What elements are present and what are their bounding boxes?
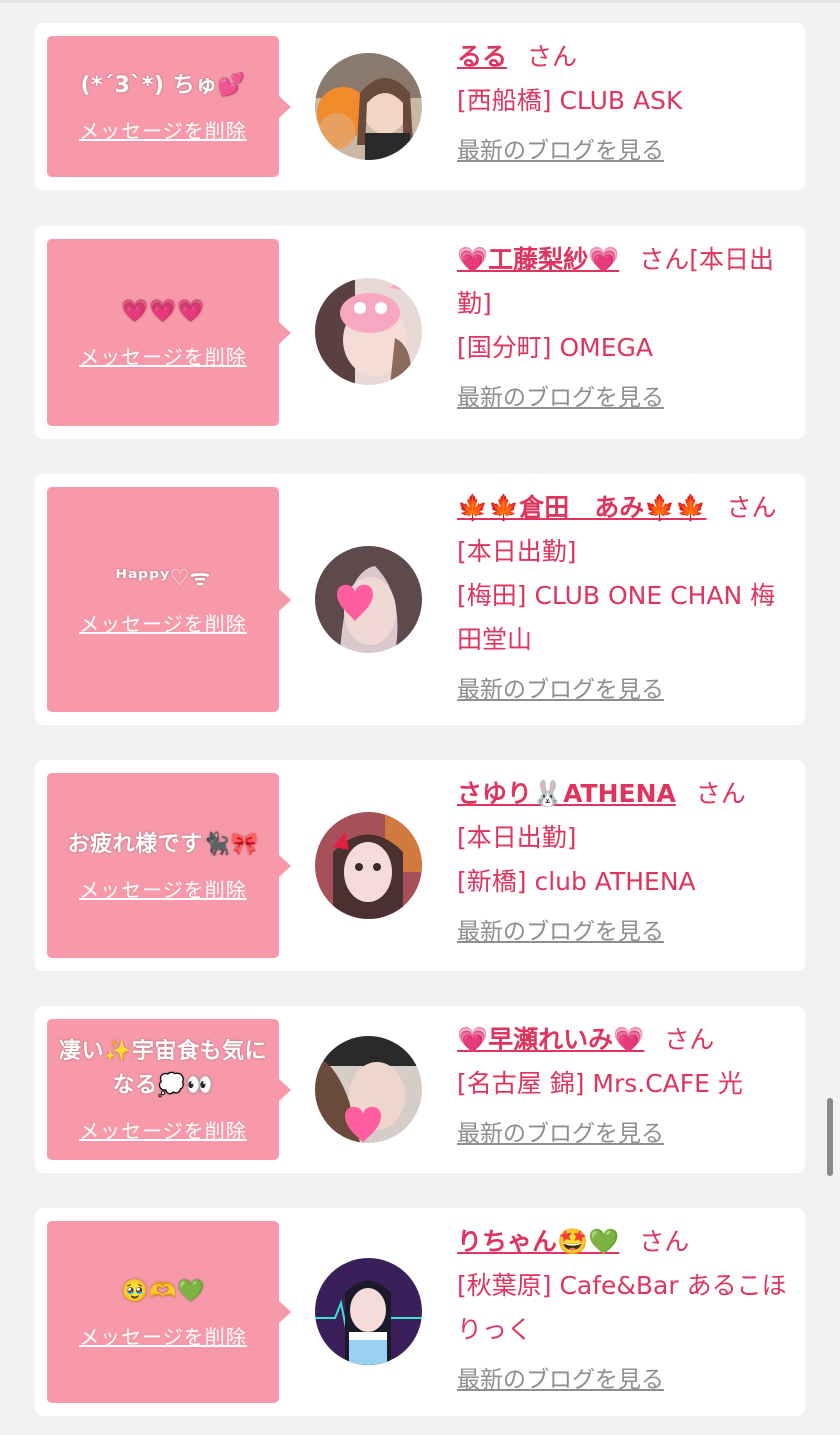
message-text: (*´3`*) ちゅ💕 <box>80 73 246 98</box>
cast-info: 🍁🍁倉田 あみ🍁🍁 さん [本日出勤] [梅田] CLUB ONE CHAN 梅田堂… <box>457 486 799 712</box>
message-card: ᴴᵃᵖᵖʸ♡ᯤ メッセージを削除 🍁🍁倉田 あみ🍁🍁 さん [本日出勤] [梅田] … <box>35 474 805 725</box>
message-card: 凄い✨宇宙食も気になる💭👀 メッセージを削除 💗早瀬れいみ💗 さん [名古屋 錦]… <box>35 1006 805 1173</box>
delete-message-link[interactable]: メッセージを削除 <box>79 874 247 903</box>
cast-info: るる さん [西船橋] CLUB ASK 最新のブログを見る <box>457 35 799 173</box>
cast-info: りちゃん🤩💚 さん [秋葉原] Cafe&Bar あるこほりっく 最新のブログを見… <box>457 1220 799 1402</box>
message-card: (*´3`*) ちゅ💕 メッセージを削除 るる さん [西船橋] CLUB ASK… <box>35 23 805 190</box>
avatar[interactable] <box>315 1258 422 1365</box>
cast-name-link[interactable]: るる <box>457 42 507 71</box>
scrollbar-thumb[interactable] <box>827 1098 833 1176</box>
avatar[interactable] <box>315 1036 422 1143</box>
avatar[interactable] <box>315 812 422 919</box>
cast-name-link[interactable]: さゆり🐰ATHENA <box>457 779 676 808</box>
avatar[interactable] <box>315 278 422 385</box>
work-status: [本日出勤] <box>457 537 577 566</box>
cast-name-link[interactable]: 💗工藤梨紗💗 <box>457 245 619 274</box>
avatar[interactable] <box>315 53 422 160</box>
delete-message-link[interactable]: メッセージを削除 <box>79 1115 247 1144</box>
message-bubble: 💗💗💗 メッセージを削除 <box>47 239 291 426</box>
message-card: 💗💗💗 メッセージを削除 💗工藤梨紗💗 さん[本日出勤] [国分町] OMEGA … <box>35 226 805 439</box>
shop-name: [西船橋] CLUB ASK <box>457 86 683 115</box>
shop-name: [名古屋 錦] Mrs.CAFE 光 <box>457 1069 743 1098</box>
shop-name: [梅田] CLUB ONE CHAN 梅田堂山 <box>457 581 776 654</box>
honorific: さん <box>639 245 690 274</box>
shop-name: [国分町] OMEGA <box>457 333 653 362</box>
message-text: 凄い✨宇宙食も気になる💭👀 <box>59 1039 267 1098</box>
work-status: [本日出勤] <box>457 823 577 852</box>
message-text: ᴴᵃᵖᵖʸ♡ᯤ <box>115 566 211 591</box>
message-bubble: ᴴᵃᵖᵖʸ♡ᯤ メッセージを削除 <box>47 487 291 712</box>
cast-name-link[interactable]: 💗早瀬れいみ💗 <box>457 1025 644 1054</box>
message-text: 🥹🫶💚 <box>121 1278 205 1304</box>
shop-name: [新橋] club ATHENA <box>457 867 696 896</box>
message-bubble: (*´3`*) ちゅ💕 メッセージを削除 <box>47 36 291 177</box>
delete-message-link[interactable]: メッセージを削除 <box>79 115 247 144</box>
cast-info: 💗早瀬れいみ💗 さん [名古屋 錦] Mrs.CAFE 光 最新のブログを見る <box>457 1018 799 1156</box>
latest-blog-link[interactable]: 最新のブログを見る <box>457 1358 799 1402</box>
honorific: さん <box>527 42 578 71</box>
honorific: さん <box>695 779 746 808</box>
honorific: さん <box>664 1025 715 1054</box>
shop-name: [秋葉原] Cafe&Bar あるこほりっく <box>457 1271 787 1344</box>
honorific: さん <box>726 493 777 522</box>
cast-name-link[interactable]: 🍁🍁倉田 あみ🍁🍁 <box>457 493 707 522</box>
message-text: 💗💗💗 <box>121 299 205 324</box>
avatar[interactable] <box>315 546 422 653</box>
delete-message-link[interactable]: メッセージを削除 <box>79 341 247 370</box>
latest-blog-link[interactable]: 最新のブログを見る <box>457 910 799 954</box>
latest-blog-link[interactable]: 最新のブログを見る <box>457 376 799 420</box>
message-text: お疲れ様です🐈‍⬛🎀 <box>67 832 259 857</box>
message-bubble: 凄い✨宇宙食も気になる💭👀 メッセージを削除 <box>47 1019 291 1160</box>
delete-message-link[interactable]: メッセージを削除 <box>79 1321 247 1350</box>
top-divider <box>0 0 840 3</box>
message-card: 🥹🫶💚 メッセージを削除 りちゃん🤩💚 さん [秋葉原] Cafe&Bar あるこ… <box>35 1208 805 1416</box>
message-bubble: お疲れ様です🐈‍⬛🎀 メッセージを削除 <box>47 773 291 958</box>
honorific: さん <box>639 1227 690 1256</box>
latest-blog-link[interactable]: 最新のブログを見る <box>457 668 799 712</box>
cast-info: 💗工藤梨紗💗 さん[本日出勤] [国分町] OMEGA 最新のブログを見る <box>457 238 799 420</box>
delete-message-link[interactable]: メッセージを削除 <box>79 608 247 637</box>
latest-blog-link[interactable]: 最新のブログを見る <box>457 129 799 173</box>
message-card: お疲れ様です🐈‍⬛🎀 メッセージを削除 さゆり🐰ATHENA さん [本日出勤] … <box>35 760 805 971</box>
cast-name-link[interactable]: りちゃん🤩💚 <box>457 1227 619 1256</box>
cast-info: さゆり🐰ATHENA さん [本日出勤] [新橋] club ATHENA 最新の… <box>457 772 799 954</box>
latest-blog-link[interactable]: 最新のブログを見る <box>457 1112 799 1156</box>
message-bubble: 🥹🫶💚 メッセージを削除 <box>47 1221 291 1403</box>
